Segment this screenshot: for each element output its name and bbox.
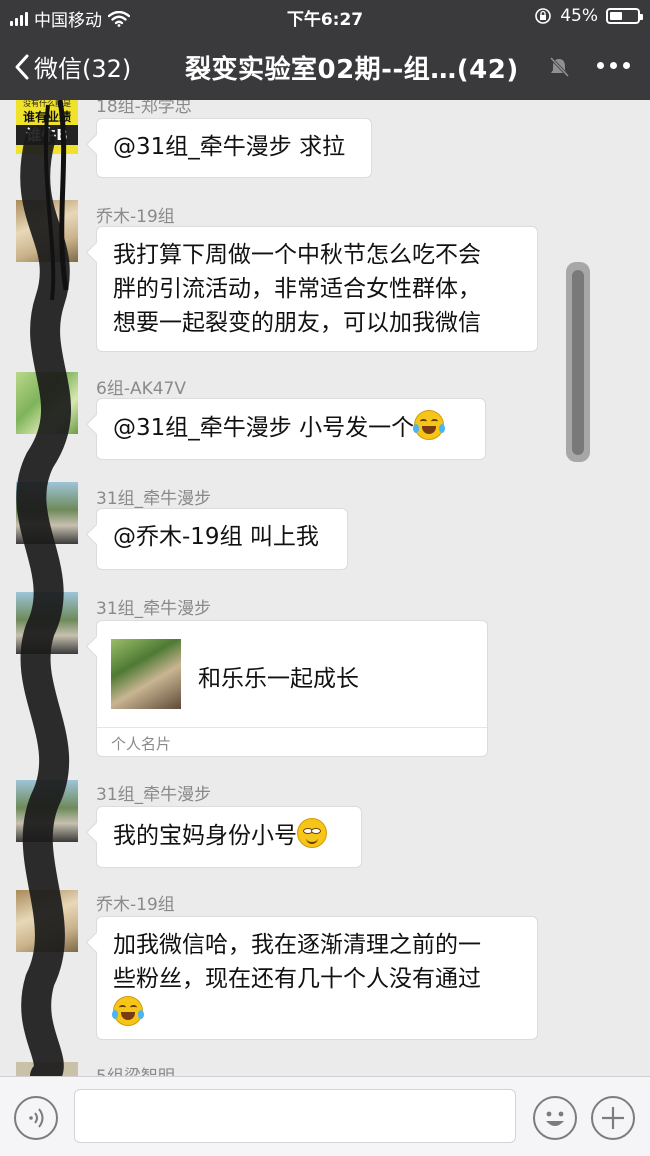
status-bar: 中国移动 下午6:27 45% — [0, 0, 650, 32]
emoji-button[interactable] — [533, 1096, 577, 1140]
avatar-text: 谁有业绩 — [22, 110, 71, 124]
message-bubble[interactable]: 我打算下周做一个中秋节怎么吃不会 胖的引流活动，非常适合女性群体， 想要一起裂变… — [96, 226, 538, 352]
voice-button[interactable] — [14, 1096, 58, 1140]
card-label: 个人名片 — [111, 735, 172, 753]
card-thumbnail — [111, 639, 181, 709]
card-divider — [97, 727, 487, 728]
message-text: @乔木-19组 叫上我 — [113, 524, 319, 550]
message-text: @31组_牵牛漫步 求拉 — [113, 134, 346, 160]
nav-bar: 微信(32) 裂变实验室02期--组…(42) — [0, 32, 650, 100]
laugh-cry-emoji — [413, 410, 446, 440]
message-bubble[interactable]: 加我微信哈，我在逐渐清理之前的一 些粉丝，现在还有几十个人没有通过 — [96, 916, 538, 1040]
avatar[interactable] — [16, 592, 78, 654]
back-chevron-icon — [15, 54, 29, 79]
mute-icon — [549, 56, 570, 78]
chat-list[interactable]: 没有什么能是 谁有业绩 谁牛B 18组-郑学忠 @31组_牵牛漫步 求拉 乔木-… — [0, 100, 650, 1076]
smirk-emoji — [297, 818, 327, 848]
message-bubble[interactable]: 我的宝妈身份小号 — [96, 806, 362, 868]
sender-name: 6组-AK47V — [96, 379, 186, 399]
message-text: 加我微信哈，我在逐渐清理之前的一 — [113, 932, 481, 958]
avatar[interactable] — [16, 200, 78, 262]
message-text: 胖的引流活动，非常适合女性群体， — [113, 276, 481, 302]
sender-name: 31组_牵牛漫步 — [96, 785, 212, 805]
avatar[interactable] — [16, 1062, 78, 1076]
avatar-text: 谁牛B — [16, 125, 78, 145]
more-icon[interactable] — [597, 62, 630, 69]
avatar[interactable] — [16, 482, 78, 544]
input-bar — [0, 1076, 650, 1156]
plus-icon — [602, 1107, 624, 1129]
message-text: 些粉丝，现在还有几十个人没有通过 — [113, 966, 481, 992]
message-text: @31组_牵牛漫步 小号发一个 — [113, 415, 415, 441]
sender-name: 31组_牵牛漫步 — [96, 599, 212, 619]
voice-icon — [29, 1108, 44, 1128]
avatar-text: 没有什么能是 — [23, 100, 71, 108]
avatar[interactable] — [16, 780, 78, 842]
message-text: 我的宝妈身份小号 — [113, 823, 297, 849]
contact-card[interactable]: 和乐乐一起成长 个人名片 — [96, 620, 488, 757]
message-bubble[interactable]: @31组_牵牛漫步 求拉 — [96, 118, 372, 178]
message-text: 我打算下周做一个中秋节怎么吃不会 — [113, 242, 481, 268]
battery-fill — [610, 12, 622, 20]
card-name: 和乐乐一起成长 — [198, 666, 359, 692]
avatar[interactable] — [16, 890, 78, 952]
plus-button[interactable] — [591, 1096, 635, 1140]
battery-percent: 45% — [560, 6, 598, 26]
rotation-lock-icon — [535, 8, 552, 24]
chat-title: 裂变实验室02期--组…(42) — [185, 55, 519, 85]
message-bubble[interactable]: @31组_牵牛漫步 小号发一个 — [96, 398, 486, 460]
laugh-cry-emoji — [112, 996, 144, 1026]
emoji-icon — [546, 1111, 564, 1126]
battery-icon — [606, 8, 643, 24]
message-input[interactable] — [74, 1089, 516, 1143]
avatar[interactable]: 没有什么能是 谁有业绩 谁牛B — [16, 100, 78, 154]
message-bubble[interactable]: @乔木-19组 叫上我 — [96, 508, 348, 570]
sender-name: 31组_牵牛漫步 — [96, 489, 212, 509]
back-button[interactable]: 微信(32) — [14, 49, 131, 84]
message-text: 想要一起裂变的朋友，可以加我微信 — [113, 310, 481, 336]
sender-name: 乔木-19组 — [96, 895, 175, 915]
back-label: 微信(32) — [34, 55, 132, 83]
sender-name: 5组梁智明 — [96, 1062, 175, 1076]
sender-name: 乔木-19组 — [96, 207, 175, 227]
sender-name: 18组-郑学忠 — [96, 100, 192, 117]
avatar[interactable] — [16, 372, 78, 434]
